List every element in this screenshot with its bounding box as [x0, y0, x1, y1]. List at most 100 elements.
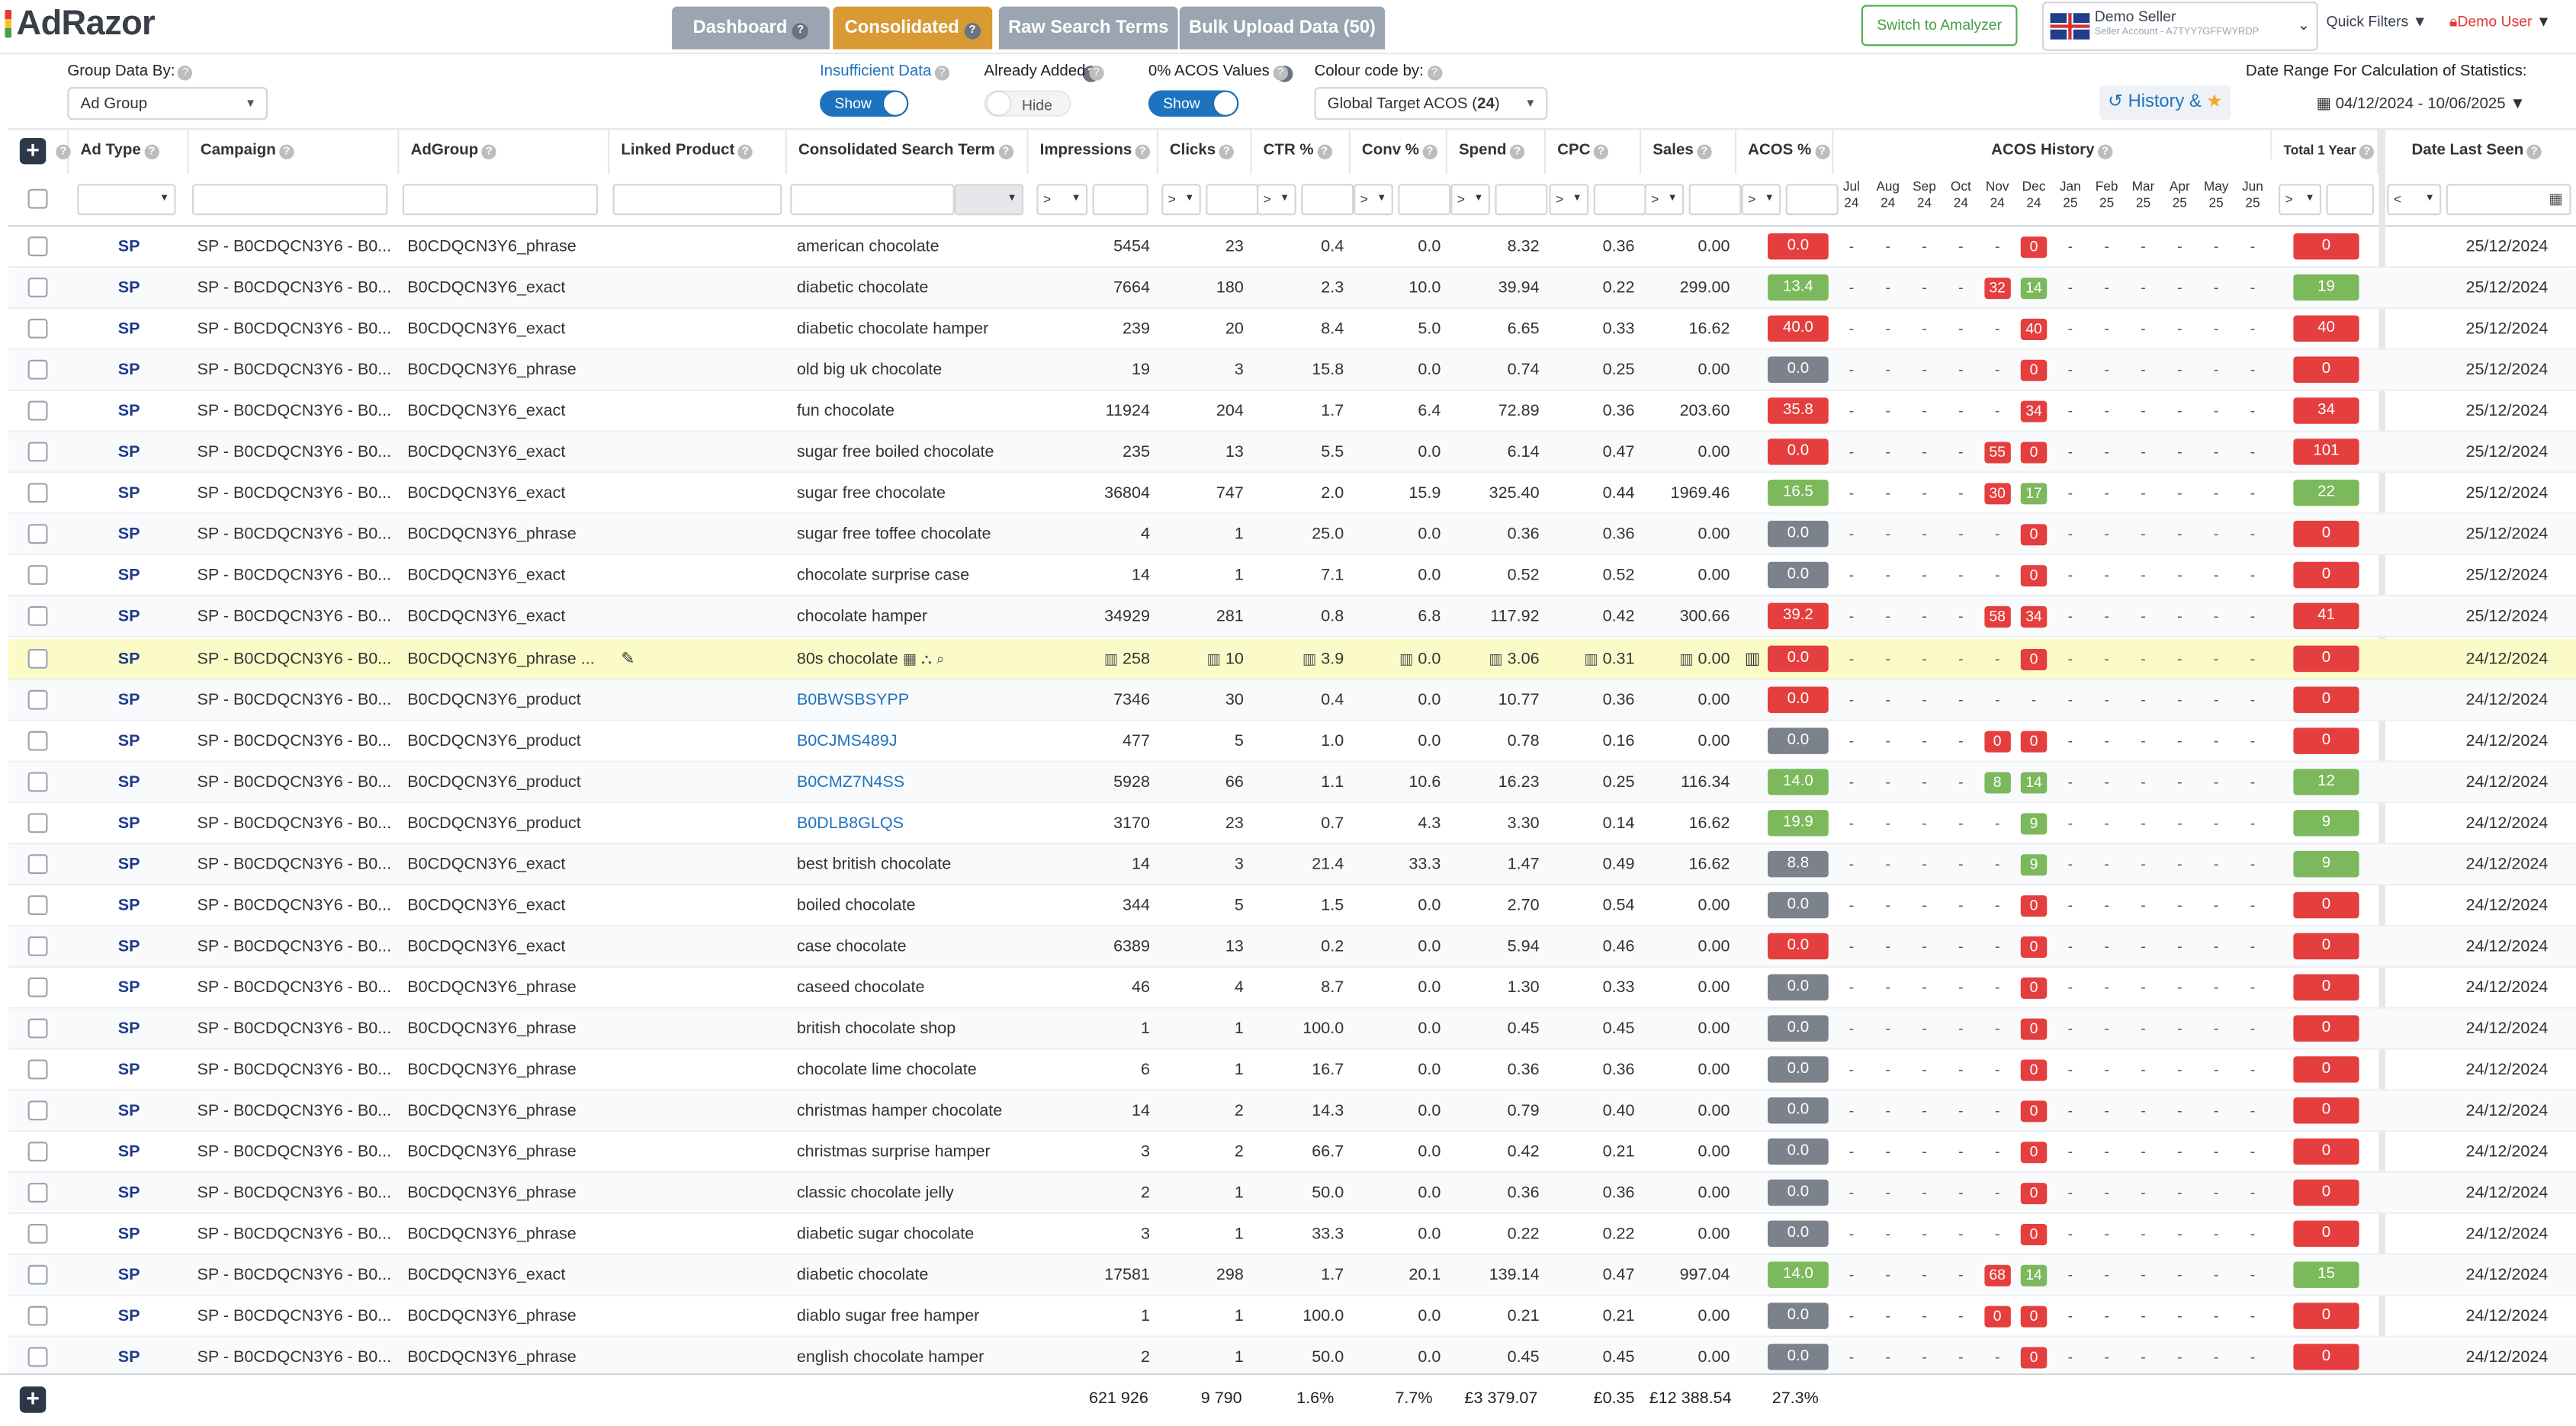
row-checkbox[interactable]	[27, 812, 48, 833]
table-row[interactable]: SP SP - B0CDQCN3Y6 - B0... B0CDQCN3Y6_phra…	[8, 1296, 2576, 1338]
hierarchy-icon[interactable]: ⛬	[921, 650, 932, 666]
column-header-impressions[interactable]: Impressions?	[1029, 128, 1158, 175]
help-icon[interactable]: ?	[1135, 144, 1150, 159]
user-menu[interactable]: 🔒︎Demo User ▼	[2449, 13, 2551, 31]
table-row[interactable]: SP SP - B0CDQCN3Y6 - B0... B0CDQCN3Y6_phra…	[8, 1132, 2576, 1174]
campaign-cell[interactable]: SP - B0CDQCN3Y6 - B0...	[198, 1009, 398, 1050]
adgroup-cell[interactable]: B0CDQCN3Y6_exact	[407, 391, 608, 432]
sales-filter-operator[interactable]: > ▼	[1644, 184, 1685, 216]
adgroup-cell[interactable]: B0CDQCN3Y6_phrase	[407, 226, 608, 268]
help-icon[interactable]: ?	[934, 66, 950, 81]
clicks-filter-input[interactable]	[1206, 184, 1259, 216]
zero-acos-toggle[interactable]: Show	[1148, 90, 1239, 117]
campaign-cell[interactable]: SP - B0CDQCN3Y6 - B0...	[198, 350, 398, 391]
row-checkbox[interactable]	[27, 1018, 48, 1039]
help-icon[interactable]: ?	[1219, 144, 1234, 159]
seller-selector[interactable]: Demo Seller Seller Account - A7TYY7GFFWY…	[2041, 2, 2318, 51]
campaign-cell[interactable]: SP - B0CDQCN3Y6 - B0...	[198, 515, 398, 556]
colour-code-select[interactable]: Global Target ACOS (24) ▼	[1314, 87, 1548, 120]
adgroup-cell[interactable]: B0CDQCN3Y6_product	[407, 803, 608, 844]
insufficient-data-toggle[interactable]: Show	[819, 90, 909, 117]
table-row[interactable]: SP SP - B0CDQCN3Y6 - B0... B0CDQCN3Y6_phra…	[8, 1008, 2576, 1050]
campaign-cell[interactable]: SP - B0CDQCN3Y6 - B0...	[198, 1132, 398, 1174]
adgroup-cell[interactable]: B0CDQCN3Y6_phrase	[407, 1214, 608, 1255]
adgroup-cell[interactable]: B0CDQCN3Y6_phrase	[407, 350, 608, 391]
column-header-conv[interactable]: Conv %?	[1351, 128, 1447, 175]
column-header-term[interactable]: Consolidated Search Term?	[787, 128, 1029, 175]
campaign-cell[interactable]: SP - B0CDQCN3Y6 - B0...	[198, 1173, 398, 1214]
adgroup-cell[interactable]: B0CDQCN3Y6_exact	[407, 1255, 608, 1296]
row-checkbox[interactable]	[27, 647, 48, 668]
table-row[interactable]: SP SP - B0CDQCN3Y6 - B0... B0CDQCN3Y6_phra…	[8, 638, 2576, 679]
table-row[interactable]: SP SP - B0CDQCN3Y6 - B0... B0CDQCN3Y6_exac…	[8, 926, 2576, 968]
row-checkbox[interactable]	[27, 360, 48, 380]
table-row[interactable]: SP SP - B0CDQCN3Y6 - B0... B0CDQCN3Y6_exac…	[8, 474, 2576, 515]
campaign-cell[interactable]: SP - B0CDQCN3Y6 - B0...	[198, 474, 398, 515]
search-term-cell[interactable]: B0CMZ7N4SS	[797, 762, 1027, 803]
help-icon[interactable]: ?	[1273, 66, 1288, 81]
adgroup-cell[interactable]: B0CDQCN3Y6_exact	[407, 844, 608, 885]
help-icon[interactable]: ?	[1509, 144, 1525, 159]
row-checkbox[interactable]	[27, 689, 48, 709]
adgroup-cell[interactable]: B0CDQCN3Y6_exact	[407, 885, 608, 927]
bar-chart-icon[interactable]: ▥	[1745, 638, 1765, 679]
campaign-cell[interactable]: SP - B0CDQCN3Y6 - B0...	[198, 1214, 398, 1255]
add-column-icon[interactable]: +	[19, 137, 47, 165]
adgroup-filter-input[interactable]	[402, 184, 599, 216]
date-filter-input[interactable]: ▦	[2446, 184, 2571, 216]
help-icon[interactable]: ?	[481, 144, 496, 159]
adgroup-cell[interactable]: B0CDQCN3Y6_phrase	[407, 1091, 608, 1132]
edit-pencil-icon[interactable]: ✎	[621, 638, 654, 679]
bar-chart-icon[interactable]: ▥	[1302, 650, 1316, 666]
table-row[interactable]: SP SP - B0CDQCN3Y6 - B0... B0CDQCN3Y6_exac…	[8, 1255, 2576, 1297]
bar-chart-icon[interactable]: ▥	[1584, 650, 1598, 666]
table-row[interactable]: SP SP - B0CDQCN3Y6 - B0... B0CDQCN3Y6_phra…	[8, 1050, 2576, 1091]
adgroup-cell[interactable]: B0CDQCN3Y6_product	[407, 679, 608, 721]
campaign-cell[interactable]: SP - B0CDQCN3Y6 - B0...	[198, 721, 398, 762]
adgroup-cell[interactable]: B0CDQCN3Y6_phrase	[407, 1173, 608, 1214]
adgroup-cell[interactable]: B0CDQCN3Y6_product	[407, 762, 608, 803]
total-filter-operator[interactable]: > ▼	[2279, 184, 2322, 216]
impressions-filter-operator[interactable]: > ▼	[1036, 184, 1088, 216]
history-favorites-button[interactable]: ↺ History & ★	[2099, 85, 2231, 120]
row-checkbox[interactable]	[27, 606, 48, 627]
campaign-cell[interactable]: SP - B0CDQCN3Y6 - B0...	[198, 597, 398, 638]
bar-chart-icon[interactable]: ▥	[1104, 650, 1118, 666]
table-row[interactable]: SP SP - B0CDQCN3Y6 - B0... B0CDQCN3Y6_phra…	[8, 226, 2576, 268]
row-checkbox[interactable]	[27, 278, 48, 298]
row-checkbox[interactable]	[27, 1265, 48, 1286]
switch-to-amalyzer-button[interactable]: Switch to Amalyzer	[1861, 5, 2018, 47]
table-row[interactable]: SP SP - B0CDQCN3Y6 - B0... B0CDQCN3Y6_exac…	[8, 432, 2576, 474]
help-icon[interactable]: ?	[2526, 144, 2542, 159]
bar-chart-icon[interactable]: ▥	[1207, 650, 1221, 666]
campaign-cell[interactable]: SP - B0CDQCN3Y6 - B0...	[198, 391, 398, 432]
adgroup-cell[interactable]: B0CDQCN3Y6_exact	[407, 268, 608, 309]
help-icon[interactable]: ?	[1088, 66, 1104, 81]
adgroup-cell[interactable]: B0CDQCN3Y6_exact	[407, 474, 608, 515]
bar-chart-icon[interactable]: ▥	[1679, 650, 1693, 666]
row-checkbox[interactable]	[27, 1347, 48, 1368]
row-checkbox[interactable]	[27, 1100, 48, 1121]
date-range-picker[interactable]: ▦ 04/12/2024 - 10/06/2025 ▼	[2317, 90, 2550, 120]
adgroup-cell[interactable]: B0CDQCN3Y6_phrase	[407, 515, 608, 556]
table-row[interactable]: SP SP - B0CDQCN3Y6 - B0... B0CDQCN3Y6_exac…	[8, 268, 2576, 310]
table-row[interactable]: SP SP - B0CDQCN3Y6 - B0... B0CDQCN3Y6_exac…	[8, 556, 2576, 597]
adgroup-cell[interactable]: B0CDQCN3Y6_phrase	[407, 968, 608, 1009]
campaign-cell[interactable]: SP - B0CDQCN3Y6 - B0...	[198, 762, 398, 803]
app-logo[interactable]: AdRazor	[5, 5, 156, 44]
table-row[interactable]: SP SP - B0CDQCN3Y6 - B0... B0CDQCN3Y6_exac…	[8, 391, 2576, 432]
help-icon[interactable]: ?	[2097, 144, 2113, 159]
column-header-sales[interactable]: Sales?	[1641, 128, 1737, 175]
table-row[interactable]: SP SP - B0CDQCN3Y6 - B0... B0CDQCN3Y6_prod…	[8, 761, 2576, 803]
help-icon[interactable]: ?	[2359, 144, 2375, 159]
help-icon[interactable]: ?	[1697, 144, 1712, 159]
campaign-cell[interactable]: SP - B0CDQCN3Y6 - B0...	[198, 1255, 398, 1296]
cpc-filter-operator[interactable]: > ▼	[1549, 184, 1589, 216]
row-checkbox[interactable]	[27, 730, 48, 750]
help-icon[interactable]: ?	[1427, 66, 1442, 81]
column-header-acos[interactable]: ACOS %?	[1736, 128, 1834, 175]
search-term-cell[interactable]: B0CJMS489J	[797, 721, 1027, 762]
nav-tab-dashboard[interactable]: Dashboard?	[672, 6, 830, 50]
row-checkbox[interactable]	[27, 319, 48, 339]
column-header-adgroup[interactable]: AdGroup?	[399, 128, 610, 175]
